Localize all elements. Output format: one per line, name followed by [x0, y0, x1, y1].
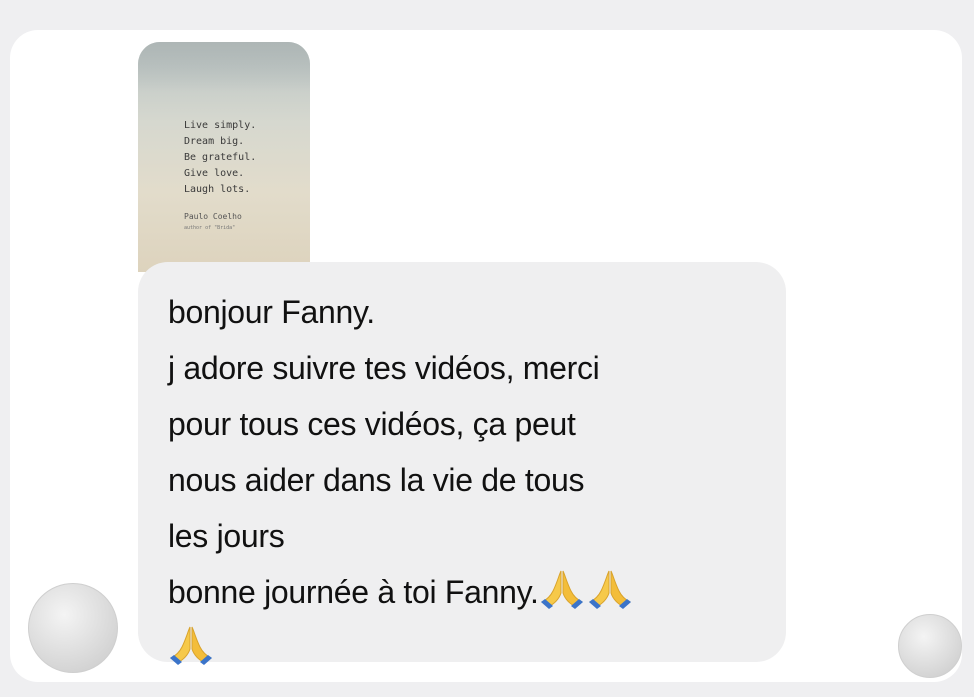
quote-line: Live simply.: [184, 120, 257, 131]
message-line: bonjour Fanny.: [168, 294, 375, 330]
story-sky: [138, 42, 310, 92]
quote-author: Paulo Coelho: [184, 212, 242, 221]
message-line: pour tous ces vidéos, ça peut: [168, 406, 576, 442]
quote-line: Give love.: [184, 168, 245, 179]
message-line-last: bonne journée à toi Fanny.: [168, 564, 768, 620]
message-line: j adore suivre tes vidéos, merci: [168, 350, 600, 386]
message-bubble[interactable]: bonjour Fanny. j adore suivre tes vidéos…: [138, 262, 786, 665]
quote-line: Laugh lots.: [184, 184, 251, 195]
story-reply-thumbnail[interactable]: Live simply. Dream big. Be grateful. Giv…: [138, 42, 310, 272]
quote-line: Be grateful.: [184, 152, 257, 163]
message-text: bonjour Fanny. j adore suivre tes vidéos…: [168, 284, 768, 676]
quote-line: Dream big.: [184, 136, 245, 147]
quote-author-subtitle: author of "Brida": [184, 225, 236, 231]
folded-hands-icon: [588, 570, 631, 609]
message-line: les jours: [168, 518, 285, 554]
folded-hands-icon: [170, 626, 212, 665]
folded-hands-icon: [540, 570, 583, 609]
sender-avatar[interactable]: [28, 583, 118, 673]
message-line-emoji: [168, 620, 768, 676]
message-line: nous aider dans la vie de tous: [168, 462, 585, 498]
message-line: bonne journée à toi Fanny.: [168, 574, 539, 610]
seen-avatar: [898, 614, 962, 678]
story-quote: Live simply. Dream big. Be grateful. Giv…: [184, 118, 304, 198]
